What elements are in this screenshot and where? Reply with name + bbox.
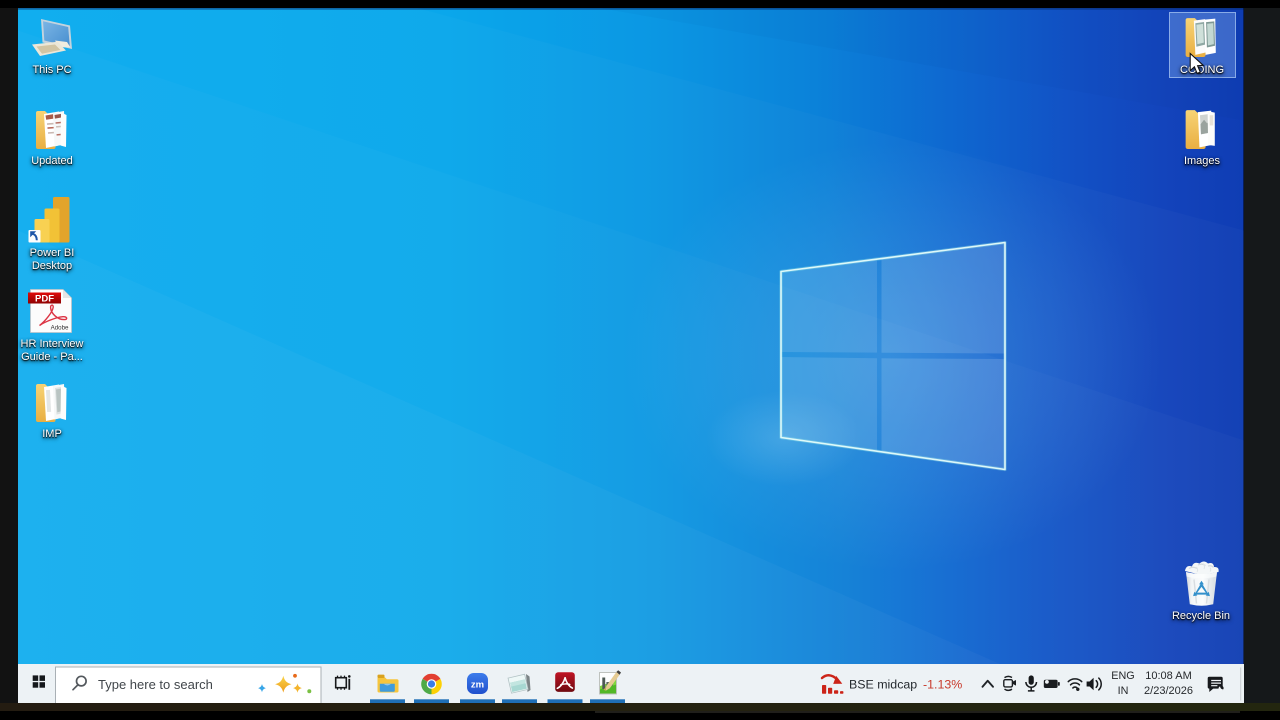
svg-text:ENG: ENG [1111, 670, 1134, 682]
svg-text:zm: zm [471, 679, 484, 690]
svg-text:BSE midcap: BSE midcap [849, 677, 917, 691]
svg-text:2/23/2026: 2/23/2026 [1144, 685, 1193, 697]
svg-text:-1.13%: -1.13% [923, 677, 962, 691]
svg-text:Type here to search: Type here to search [98, 676, 213, 691]
svg-text:IN: IN [1118, 685, 1129, 697]
svg-text:Adobe: Adobe [51, 325, 69, 332]
svg-text:PDF: PDF [35, 294, 54, 305]
svg-text:10:08 AM: 10:08 AM [1145, 670, 1191, 682]
